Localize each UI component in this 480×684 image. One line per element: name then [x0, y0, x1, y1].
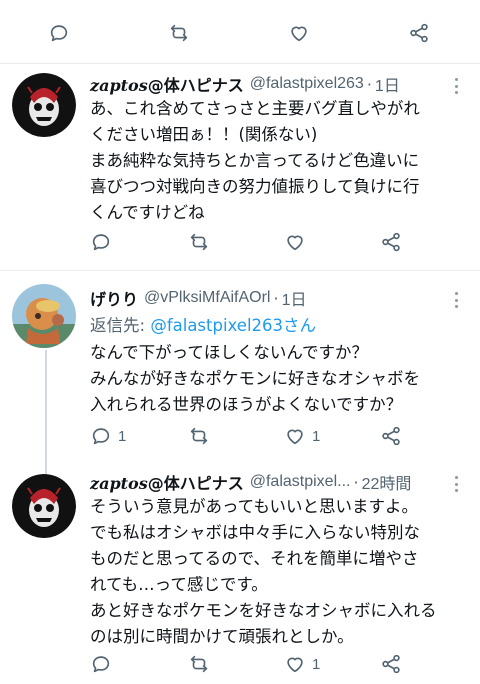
user-handle[interactable]: @falastpixel263 — [250, 75, 364, 93]
share-button[interactable] — [408, 13, 430, 53]
share-icon — [380, 653, 402, 675]
tweet-header: zaptos@体ハピナス @falastpixel... · 22時間 — [90, 470, 466, 494]
tweet-line: 入れられる世界のほうがよくないですか？ — [90, 395, 403, 414]
tweet-line: あと好きなポケモンを好きなオシャボに入れる — [90, 601, 437, 620]
share-button[interactable] — [380, 416, 402, 456]
tweet-line: まあ純粋な気持ちとか言ってるけど色違いに — [90, 151, 420, 170]
like-icon — [284, 653, 306, 675]
tweet-text: なんで下がってほしくないんですか？ みんなが好きなポケモンに好きなオシャボを 入… — [90, 340, 468, 418]
retweet-button[interactable] — [188, 416, 216, 456]
share-icon — [408, 22, 430, 44]
tweet-line: 喜びつつ対戦向きの努力値振りして負けに行 — [90, 177, 420, 196]
retweet-icon — [188, 653, 210, 675]
reply-icon — [90, 425, 112, 447]
more-icon[interactable] — [446, 476, 466, 492]
avatar[interactable] — [12, 284, 76, 348]
like-button[interactable] — [288, 13, 310, 53]
timestamp[interactable]: 22時間 — [362, 470, 412, 494]
tweet-text: そういう意見があってもいいと思いますよ。 でも私はオシャボは中々手に入らない特別… — [90, 494, 468, 650]
tweet-line: ください増田ぁ！！(関係ない) — [90, 125, 318, 144]
retweet-button[interactable] — [188, 222, 216, 262]
reply-icon — [48, 22, 70, 44]
timestamp[interactable]: 1日 — [375, 72, 400, 96]
tweet-line: ものだと思ってるので、それを簡単に増やさ — [90, 549, 419, 568]
tweet-line: あ、これ含めてさっさと主要バグ直しやがれ — [90, 99, 420, 118]
user-handle[interactable]: @falastpixel... — [250, 473, 351, 491]
divider — [0, 270, 480, 271]
avatar[interactable] — [12, 474, 76, 538]
tweet-text: あ、これ含めてさっさと主要バグ直しやがれ ください増田ぁ！！(関係ない) まあ純… — [90, 96, 468, 226]
tweet-line: れても…って感じです。 — [90, 575, 268, 594]
like-icon — [284, 425, 306, 447]
top-action-bar — [0, 13, 480, 53]
reply-mention-link[interactable]: @falastpixel263さん — [150, 316, 316, 335]
display-name[interactable]: zaptos@体ハピナス — [90, 470, 244, 494]
user-handle[interactable]: @vPlksiMfAifAOrl — [144, 289, 270, 307]
share-button[interactable] — [380, 644, 402, 684]
replying-to: 返信先: @falastpixel263さん — [90, 312, 316, 336]
reply-button[interactable] — [48, 13, 70, 53]
divider — [0, 63, 480, 64]
retweet-icon — [188, 425, 210, 447]
like-count: 1 — [312, 655, 321, 673]
like-count: 1 — [312, 427, 321, 445]
reply-icon — [90, 231, 112, 253]
share-button[interactable] — [380, 222, 402, 262]
tweet-line: みんなが好きなポケモンに好きなオシャボを — [90, 369, 420, 388]
reply-count: 1 — [118, 427, 127, 445]
like-button[interactable]: 1 — [284, 644, 320, 684]
reply-prefix: 返信先: — [90, 316, 151, 335]
avatar[interactable] — [12, 73, 76, 137]
reply-icon — [90, 653, 112, 675]
tweet-header: げりり @vPlksiMfAifAOrl · 1日 — [90, 286, 466, 310]
share-icon — [380, 231, 402, 253]
like-button[interactable] — [284, 222, 312, 262]
separator-dot: · — [273, 288, 279, 308]
tweet-header: zaptos@体ハピナス @falastpixel263 · 1日 — [90, 72, 466, 96]
separator-dot: · — [353, 472, 359, 492]
tweet-action-bar — [0, 222, 480, 262]
like-icon — [288, 22, 310, 44]
reply-button[interactable] — [90, 222, 118, 262]
share-icon — [380, 425, 402, 447]
retweet-button[interactable] — [168, 13, 190, 53]
reply-button[interactable]: 1 — [90, 416, 126, 456]
retweet-icon — [168, 22, 190, 44]
like-icon — [284, 231, 306, 253]
display-name[interactable]: zaptos@体ハピナス — [90, 72, 244, 96]
tweet-line: なんで下がってほしくないんですか？ — [90, 343, 369, 362]
timestamp[interactable]: 1日 — [282, 286, 307, 310]
retweet-icon — [188, 231, 210, 253]
more-icon[interactable] — [446, 292, 466, 308]
tweet-action-bar: 1 — [0, 644, 480, 684]
tweet-action-bar: 1 1 — [0, 416, 480, 456]
tweet-line: そういう意見があってもいいと思いますよ。 — [90, 497, 419, 516]
tweet-line: でも私はオシャボは中々手に入らない特別な — [90, 523, 420, 542]
separator-dot: · — [366, 74, 372, 94]
display-name[interactable]: げりり — [90, 286, 138, 310]
like-button[interactable]: 1 — [284, 416, 320, 456]
more-icon[interactable] — [446, 78, 466, 94]
retweet-button[interactable] — [188, 644, 216, 684]
reply-button[interactable] — [90, 644, 118, 684]
